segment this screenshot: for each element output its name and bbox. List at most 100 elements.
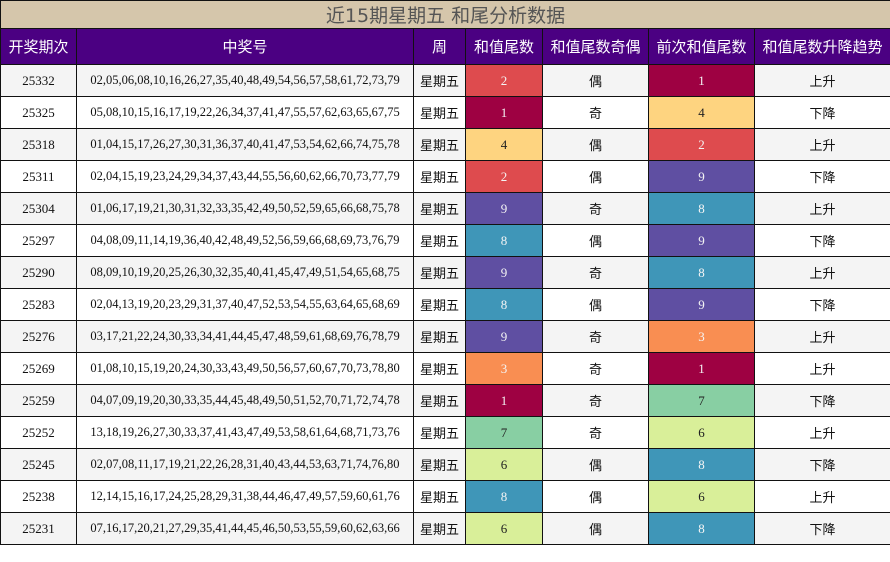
week-cell: 星期五	[413, 64, 466, 97]
prev-tail-cell: 9	[648, 288, 755, 321]
period-cell: 25304	[0, 192, 77, 225]
tail-cell: 9	[465, 192, 543, 225]
period-cell: 25311	[0, 160, 77, 193]
tail-cell: 8	[465, 224, 543, 257]
period-cell: 25269	[0, 352, 77, 385]
week-cell: 星期五	[413, 96, 466, 129]
header-tail: 和值尾数	[465, 28, 543, 65]
trend-cell: 下降	[753, 448, 890, 481]
tail-cell: 6	[465, 448, 543, 481]
week-cell: 星期五	[413, 512, 466, 545]
header-week: 周	[413, 28, 466, 65]
winning-numbers-cell: 03,17,21,22,24,30,33,34,41,44,45,47,48,5…	[76, 320, 414, 353]
period-cell: 25318	[0, 128, 77, 161]
parity-cell: 奇	[542, 352, 649, 385]
table-title: 近15期星期五 和尾分析数据	[0, 0, 890, 29]
winning-numbers-cell: 07,16,17,20,21,27,29,35,41,44,45,46,50,5…	[76, 512, 414, 545]
prev-tail-cell: 9	[648, 224, 755, 257]
trend-cell: 上升	[753, 480, 890, 513]
period-cell: 25297	[0, 224, 77, 257]
week-cell: 星期五	[413, 448, 466, 481]
parity-cell: 奇	[542, 256, 649, 289]
prev-tail-cell: 8	[648, 192, 755, 225]
period-cell: 25231	[0, 512, 77, 545]
tail-cell: 4	[465, 128, 543, 161]
tail-cell: 1	[465, 384, 543, 417]
tail-cell: 9	[465, 320, 543, 353]
parity-cell: 偶	[542, 288, 649, 321]
tail-cell: 1	[465, 96, 543, 129]
table-row: 25332 02,05,06,08,10,16,26,27,35,40,48,49…	[0, 64, 890, 97]
trend-cell: 下降	[753, 384, 890, 417]
tail-cell: 8	[465, 480, 543, 513]
prev-tail-cell: 1	[648, 64, 755, 97]
trend-cell: 下降	[753, 96, 890, 129]
winning-numbers-cell: 13,18,19,26,27,30,33,37,41,43,47,49,53,5…	[76, 416, 414, 449]
week-cell: 星期五	[413, 224, 466, 257]
week-cell: 星期五	[413, 480, 466, 513]
prev-tail-cell: 8	[648, 448, 755, 481]
header-parity: 和值尾数奇偶	[542, 28, 649, 65]
table-row: 25276 03,17,21,22,24,30,33,34,41,44,45,47…	[0, 320, 890, 353]
period-cell: 25238	[0, 480, 77, 513]
prev-tail-cell: 3	[648, 320, 755, 353]
period-cell: 25283	[0, 288, 77, 321]
parity-cell: 奇	[542, 384, 649, 417]
week-cell: 星期五	[413, 288, 466, 321]
week-cell: 星期五	[413, 160, 466, 193]
prev-tail-cell: 7	[648, 384, 755, 417]
winning-numbers-cell: 02,05,06,08,10,16,26,27,35,40,48,49,54,5…	[76, 64, 414, 97]
tail-cell: 6	[465, 512, 543, 545]
table-row: 25238 12,14,15,16,17,24,25,28,29,31,38,44…	[0, 480, 890, 513]
period-cell: 25290	[0, 256, 77, 289]
trend-cell: 下降	[753, 224, 890, 257]
tail-cell: 2	[465, 160, 543, 193]
week-cell: 星期五	[413, 192, 466, 225]
period-cell: 25325	[0, 96, 77, 129]
prev-tail-cell: 1	[648, 352, 755, 385]
parity-cell: 偶	[542, 160, 649, 193]
week-cell: 星期五	[413, 384, 466, 417]
header-trend: 和值尾数升降趋势	[753, 28, 890, 65]
trend-cell: 上升	[753, 320, 890, 353]
winning-numbers-cell: 12,14,15,16,17,24,25,28,29,31,38,44,46,4…	[76, 480, 414, 513]
prev-tail-cell: 6	[648, 480, 755, 513]
trend-cell: 上升	[753, 256, 890, 289]
parity-cell: 偶	[542, 64, 649, 97]
tail-analysis-table: 近15期星期五 和尾分析数据 开奖期次 中奖号 周 和值尾数 和值尾数奇偶 前次…	[0, 0, 890, 545]
period-cell: 25332	[0, 64, 77, 97]
parity-cell: 偶	[542, 512, 649, 545]
parity-cell: 偶	[542, 480, 649, 513]
period-cell: 25245	[0, 448, 77, 481]
prev-tail-cell: 2	[648, 128, 755, 161]
table-row: 25231 07,16,17,20,21,27,29,35,41,44,45,46…	[0, 512, 890, 545]
winning-numbers-cell: 01,04,15,17,26,27,30,31,36,37,40,41,47,5…	[76, 128, 414, 161]
trend-cell: 上升	[753, 128, 890, 161]
table-row: 25252 13,18,19,26,27,30,33,37,41,43,47,49…	[0, 416, 890, 449]
table-row: 25283 02,04,13,19,20,23,29,31,37,40,47,52…	[0, 288, 890, 321]
prev-tail-cell: 6	[648, 416, 755, 449]
trend-cell: 下降	[753, 160, 890, 193]
period-cell: 25252	[0, 416, 77, 449]
table-row: 25259 04,07,09,19,20,30,33,35,44,45,48,49…	[0, 384, 890, 417]
trend-cell: 上升	[753, 416, 890, 449]
header-numbers: 中奖号	[76, 28, 414, 65]
header-prev-tail: 前次和值尾数	[648, 28, 755, 65]
tail-cell: 2	[465, 64, 543, 97]
winning-numbers-cell: 04,08,09,11,14,19,36,40,42,48,49,52,56,5…	[76, 224, 414, 257]
tail-cell: 8	[465, 288, 543, 321]
tail-cell: 3	[465, 352, 543, 385]
week-cell: 星期五	[413, 416, 466, 449]
table-body: 25332 02,05,06,08,10,16,26,27,35,40,48,49…	[0, 64, 890, 545]
winning-numbers-cell: 08,09,10,19,20,25,26,30,32,35,40,41,45,4…	[76, 256, 414, 289]
table-row: 25304 01,06,17,19,21,30,31,32,33,35,42,49…	[0, 192, 890, 225]
parity-cell: 奇	[542, 416, 649, 449]
winning-numbers-cell: 04,07,09,19,20,30,33,35,44,45,48,49,50,5…	[76, 384, 414, 417]
week-cell: 星期五	[413, 352, 466, 385]
table-row: 25318 01,04,15,17,26,27,30,31,36,37,40,41…	[0, 128, 890, 161]
header-period: 开奖期次	[0, 28, 77, 65]
tail-cell: 9	[465, 256, 543, 289]
week-cell: 星期五	[413, 128, 466, 161]
parity-cell: 偶	[542, 448, 649, 481]
winning-numbers-cell: 02,07,08,11,17,19,21,22,26,28,31,40,43,4…	[76, 448, 414, 481]
